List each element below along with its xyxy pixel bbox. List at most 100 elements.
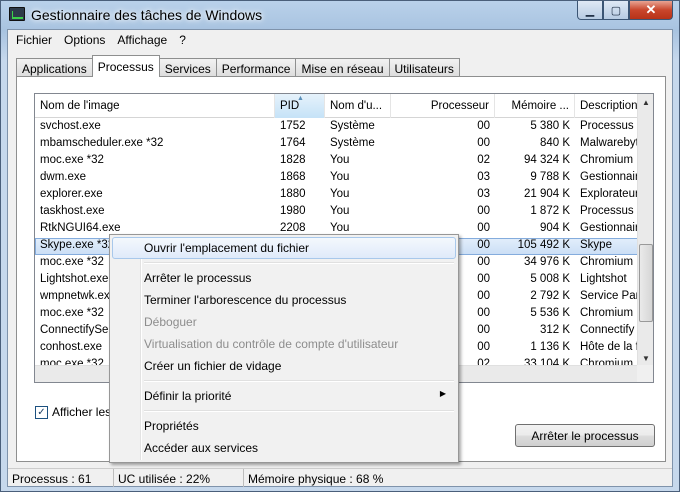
cell-pid: 1828 [280,154,306,166]
menu-set-priority[interactable]: Définir la priorité ▶ [112,385,456,407]
menu-separator [144,259,456,267]
cell-memory: 840 K [539,137,570,149]
tab-performance[interactable]: Performance [215,58,297,77]
table-row[interactable]: taskhost.exe 1980 You 00 1 872 K Processus hô [35,204,639,221]
table-row[interactable]: svchost.exe 1752 Système 00 5 380 K Processus… [35,119,639,136]
status-bar: Processus : 61 UC utilisée : 22% Mémoire… [8,468,672,487]
vertical-scrollbar[interactable]: ▲ ▼ [637,94,653,366]
column-cpu[interactable]: Processeur [391,94,495,118]
column-memory[interactable]: Mémoire ... [495,94,575,118]
cell-memory: 21 904 K [523,188,570,200]
cell-memory: 2 792 K [530,290,570,302]
cell-cpu: 00 [477,137,490,149]
cell-memory: 904 K [539,222,570,234]
menu-create-dump-file[interactable]: Créer un fichier de vidage [112,355,456,377]
cell-image-name: svchost.exe [40,120,101,132]
scroll-thumb[interactable] [639,244,653,322]
close-icon: ✕ [645,2,657,17]
cell-description: Chromium [580,154,634,166]
cell-user-name: Système [330,137,375,149]
process-context-menu: Ouvrir l'emplacement du fichier Arrêter … [109,234,459,463]
minimize-button[interactable]: ▁ [577,1,603,20]
cell-description: Skype [580,239,612,251]
cell-description: Processus hô [580,205,639,217]
cell-cpu: 00 [477,120,490,132]
title-bar[interactable]: Gestionnaire des tâches de Windows ▁ ▢ ✕ [1,1,679,29]
table-row[interactable]: mbamscheduler.exe *32 1764 Système 00 840 K M… [35,136,639,153]
show-all-users-checkbox[interactable]: ✓ [35,405,48,419]
cell-description: Processus hô [580,120,639,132]
cell-description: Malwarebyte [580,137,639,149]
cell-memory: 1 872 K [530,205,570,217]
close-button[interactable]: ✕ [629,1,673,20]
menu-separator [144,377,456,385]
cell-user-name: Système [330,120,375,132]
maximize-icon: ▢ [610,4,622,17]
status-cpu-usage: UC utilisée : 22% [114,469,244,487]
tab-applications[interactable]: Applications [16,58,93,77]
menu-open-file-location[interactable]: Ouvrir l'emplacement du fichier [112,237,456,259]
cell-description: Gestionnaire [580,171,639,183]
column-description[interactable]: Description [575,94,639,118]
tab-services[interactable]: Services [158,58,217,77]
cell-pid: 1868 [280,171,306,183]
cell-memory: 312 K [539,324,570,336]
table-row[interactable]: moc.exe *32 1828 You 02 94 324 K Chromium [35,153,639,170]
end-process-button[interactable]: Arrêter le processus [515,424,655,447]
menu-help[interactable]: ? [173,30,192,50]
cell-cpu: 03 [477,171,490,183]
column-user-name[interactable]: Nom d'u... [325,94,391,118]
scroll-corner [637,365,653,382]
cell-memory: 94 324 K [523,154,570,166]
cell-image-name: taskhost.exe [40,205,105,217]
menu-end-process[interactable]: Arrêter le processus [112,267,456,289]
cell-user-name: You [330,154,350,166]
tab-networking[interactable]: Mise en réseau [295,58,390,77]
scroll-up-icon[interactable]: ▲ [638,94,653,110]
table-row[interactable]: explorer.exe 1880 You 03 21 904 K Explorateur… [35,187,639,204]
table-row[interactable]: dwm.exe 1868 You 03 9 788 K Gestionnaire [35,170,639,187]
task-manager-icon [9,7,25,21]
status-process-count: Processus : 61 [8,469,114,487]
maximize-button[interactable]: ▢ [603,1,629,20]
menu-properties[interactable]: Propriétés [112,415,456,437]
window-title: Gestionnaire des tâches de Windows [31,7,263,23]
cell-memory: 34 976 K [523,256,570,268]
cell-pid: 1764 [280,137,306,149]
cell-image-name: dwm.exe [40,171,87,183]
cell-image-name: moc.exe *32 [40,154,104,166]
cell-user-name: You [330,171,350,183]
menu-set-priority-label: Définir la priorité [144,389,232,403]
list-header: Nom de l'image ▲ PID Nom d'u... Processe… [35,94,639,118]
tab-processus[interactable]: Processus [91,55,160,77]
cell-cpu: 00 [477,205,490,217]
cell-pid: 1752 [280,120,306,132]
tab-users[interactable]: Utilisateurs [388,58,460,77]
cell-pid: 1880 [280,188,306,200]
tab-strip: Applications Processus Services Performa… [16,55,460,77]
menu-uac-virtualization: Virtualisation du contrôle de compte d'u… [144,337,399,351]
minimize-icon: ▁ [585,4,595,17]
cell-description: Chromium [580,307,634,319]
column-pid[interactable]: ▲ PID [275,94,325,118]
menu-affichage[interactable]: Affichage [111,30,173,50]
menu-bar: Fichier Options Affichage ? [8,30,672,50]
cell-image-name: mbamscheduler.exe *32 [40,137,164,149]
menu-go-to-services[interactable]: Accéder aux services [112,437,456,459]
column-image-name[interactable]: Nom de l'image [35,94,275,118]
cell-description: Connectify S [580,324,639,336]
menu-options[interactable]: Options [58,30,111,50]
cell-memory: 5 380 K [530,120,570,132]
cell-memory: 5 008 K [530,273,570,285]
sort-ascending-icon: ▲ [297,95,304,102]
cell-memory: 5 536 K [530,307,570,319]
cell-pid: 1980 [280,205,306,217]
menu-end-process-tree[interactable]: Terminer l'arborescence du processus [112,289,456,311]
cell-description: Service Parta [580,290,639,302]
cell-description: Lightshot [580,273,627,285]
menu-debug: Déboguer [144,315,197,329]
menu-fichier[interactable]: Fichier [10,30,58,50]
scroll-down-icon[interactable]: ▼ [638,350,653,366]
cell-cpu: 02 [477,154,490,166]
submenu-arrow-icon: ▶ [439,389,446,398]
